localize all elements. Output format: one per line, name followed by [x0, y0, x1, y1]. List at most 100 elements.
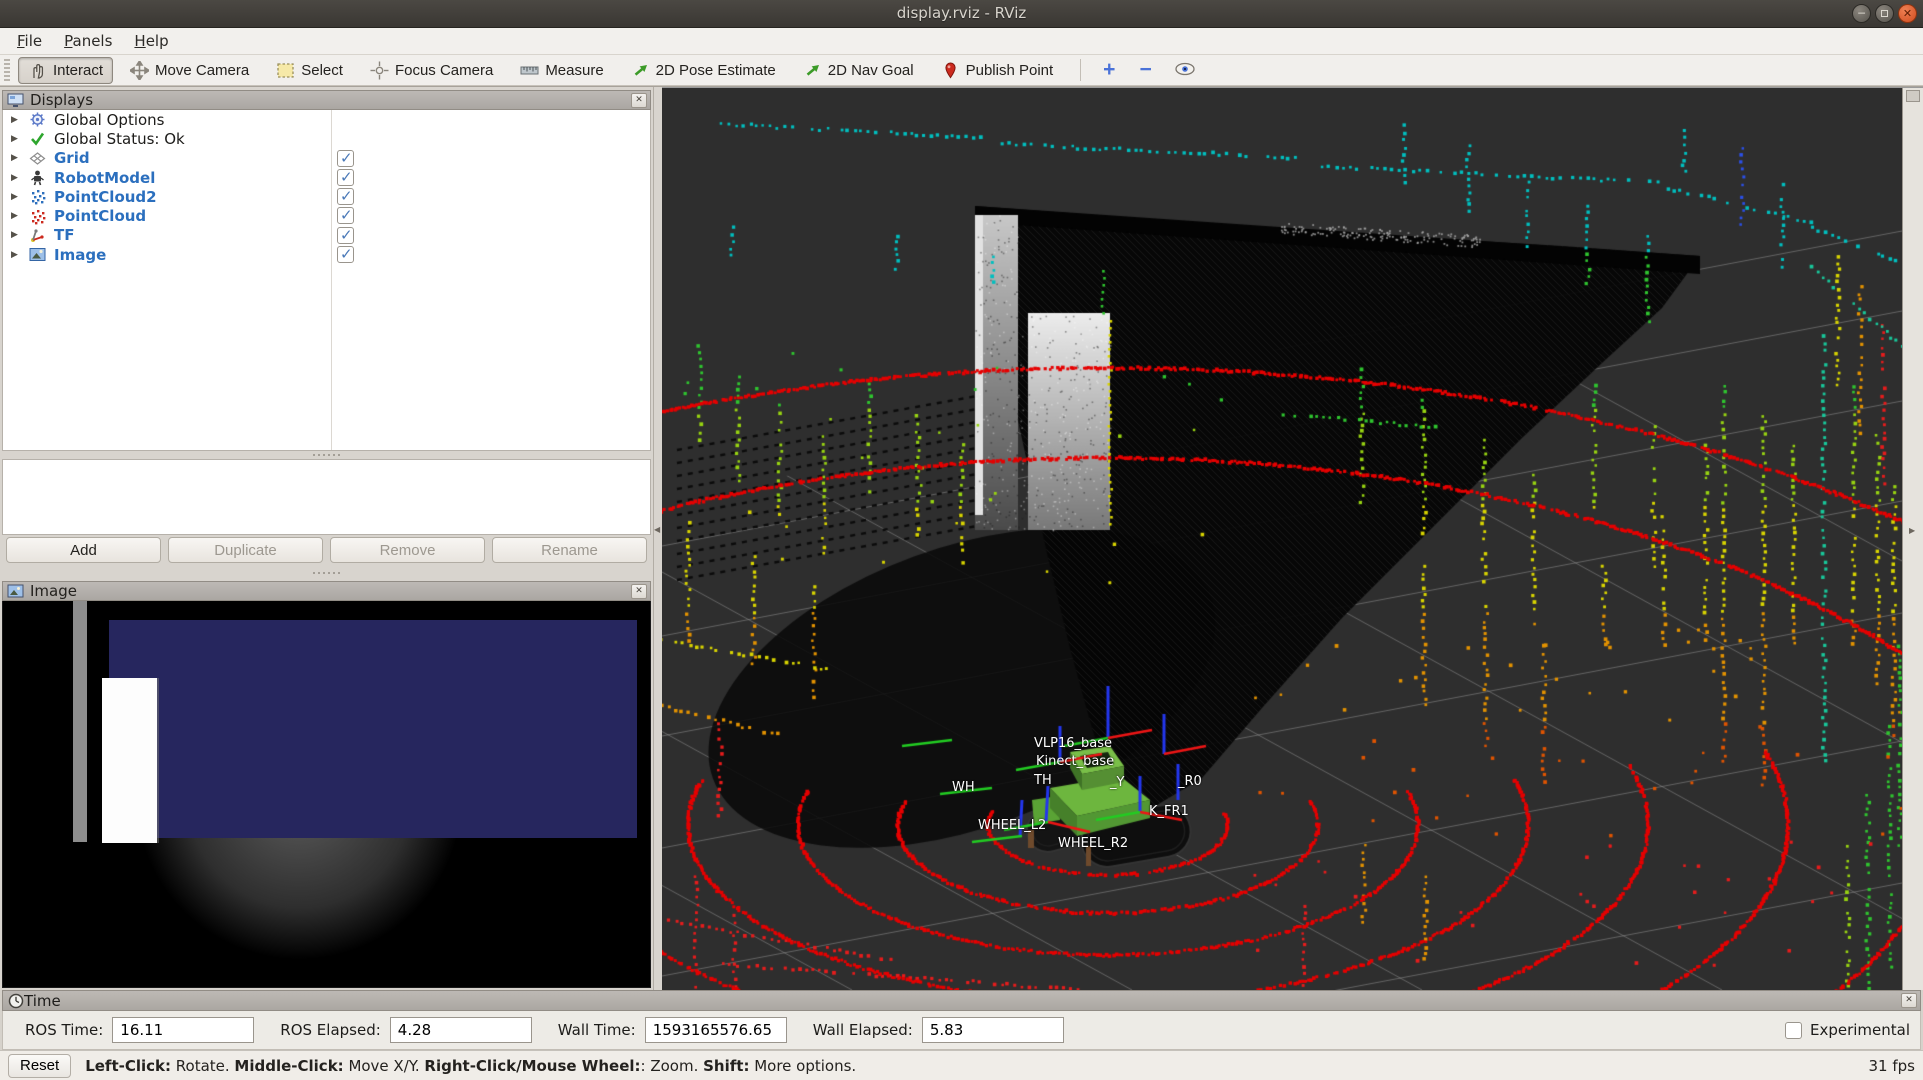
toolbar-grip[interactable] [4, 59, 10, 81]
tree-splitter[interactable] [2, 451, 651, 459]
tf-frame-label: WHEEL_L2 [978, 818, 1046, 833]
experimental-checkbox[interactable] [1785, 1022, 1802, 1039]
tree-row-robotmodel[interactable]: ▶ RobotModel [3, 168, 650, 187]
tool-focus-camera[interactable]: Focus Camera [360, 57, 503, 84]
wall-elapsed-label: Wall Elapsed: [813, 1021, 913, 1039]
display-name: Global Status: Ok [54, 130, 185, 148]
enabled-checkbox[interactable] [337, 246, 354, 263]
left-dock: Displays ✕ ▶ Global Options ▶ Global Sta… [0, 87, 654, 990]
minimize-button[interactable]: ─ [1852, 4, 1871, 23]
tool-interact[interactable]: Interact [18, 57, 113, 84]
displays-close-button[interactable]: ✕ [631, 93, 647, 108]
robot-icon [29, 169, 46, 186]
wall-elapsed-field[interactable] [922, 1017, 1064, 1043]
3d-viewport[interactable]: VLP16_baseKinect_baseTH_Y_R0K_FR1WHEEL_L… [662, 87, 1902, 990]
green-arrow-icon [631, 61, 650, 80]
menu-panels[interactable]: Panels [53, 29, 123, 53]
menu-file[interactable]: File [6, 29, 53, 53]
tf-icon [29, 227, 46, 244]
tree-row-global-status-ok[interactable]: ▶ Global Status: Ok [3, 129, 650, 148]
maximize-button[interactable] [1875, 4, 1894, 23]
image-panel-header: Image ✕ [2, 581, 651, 601]
expander-icon[interactable]: ▶ [11, 250, 23, 260]
displays-tree: ▶ Global Options ▶ Global Status: Ok ▶ G… [2, 110, 651, 451]
3d-scene-canvas[interactable] [662, 88, 1902, 990]
expander-icon[interactable]: ▶ [11, 115, 23, 125]
displays-button-row: Add Duplicate Remove Rename [2, 535, 651, 565]
ros-elapsed-field[interactable] [390, 1017, 532, 1043]
hand-icon [28, 61, 47, 80]
collapse-left-icon[interactable]: ◀ [654, 525, 660, 534]
focus-icon [370, 61, 389, 80]
eye-icon[interactable] [1164, 61, 1206, 80]
tree-row-pointcloud2[interactable]: ▶ PointCloud2 [3, 187, 650, 206]
duplicate-display-button[interactable]: Duplicate [168, 537, 323, 563]
expander-icon[interactable]: ▶ [11, 192, 23, 202]
display-name: Grid [54, 149, 90, 167]
ros-time-field[interactable] [112, 1017, 254, 1043]
enabled-checkbox[interactable] [337, 150, 354, 167]
ruler-icon [520, 61, 539, 80]
tree-row-image[interactable]: ▶ Image [3, 245, 650, 264]
green-arrow-icon [803, 61, 822, 80]
display-name: Global Options [54, 111, 165, 129]
tf-frame-label: TH [1034, 773, 1052, 788]
fps-counter: 31 fps [1869, 1057, 1915, 1075]
expander-icon[interactable]: ▶ [11, 134, 23, 144]
enabled-checkbox[interactable] [337, 207, 354, 224]
rviz-window: display.rviz - RViz ─ ✕ FilePanelsHelp I… [0, 0, 1923, 1080]
image-panel-icon [7, 584, 24, 599]
image-panel-title: Image [30, 582, 77, 600]
tree-row-tf[interactable]: ▶ TF [3, 226, 650, 245]
tool-2d-nav-goal[interactable]: 2D Nav Goal [793, 57, 924, 84]
image-close-button[interactable]: ✕ [631, 584, 647, 599]
displays-panel-title: Displays [30, 91, 93, 109]
time-panel-title: Time [24, 992, 61, 1010]
tool-move-camera[interactable]: Move Camera [120, 57, 259, 84]
tool-select[interactable]: Select [266, 57, 353, 84]
status-bar: Reset Left-Click: Rotate. Middle-Click: … [0, 1050, 1923, 1080]
collapse-right-icon[interactable]: ▶ [1909, 526, 1915, 535]
clock-icon [8, 993, 24, 1009]
wall-time-label: Wall Time: [558, 1021, 636, 1039]
tree-row-global-options[interactable]: ▶ Global Options [3, 110, 650, 129]
select-icon [276, 61, 295, 80]
expander-icon[interactable]: ▶ [11, 230, 23, 240]
dock-splitter-right[interactable]: ▶ [1902, 87, 1923, 990]
time-close-button[interactable]: ✕ [1901, 993, 1917, 1008]
enabled-checkbox[interactable] [337, 227, 354, 244]
remove-tool-button[interactable]: − [1127, 60, 1163, 80]
maximize-icon [1881, 10, 1888, 17]
expander-icon[interactable]: ▶ [11, 153, 23, 163]
menu-help[interactable]: Help [123, 29, 179, 53]
image-blue-region [109, 620, 637, 838]
toolbar-separator [1080, 59, 1081, 81]
toolbar: Interact Move Camera Select Focus Camera Mea… [0, 55, 1923, 86]
tf-frame-label: WHEEL_R2 [1058, 836, 1128, 851]
close-button[interactable]: ✕ [1898, 4, 1917, 23]
image-gray-bar [73, 601, 87, 842]
dock-mini-button[interactable] [1906, 90, 1920, 102]
tool-measure[interactable]: Measure [510, 57, 613, 84]
image-white-box [102, 678, 157, 843]
tool-2d-pose-estimate[interactable]: 2D Pose Estimate [621, 57, 786, 84]
mouse-help-text: Left-Click: Rotate. Middle-Click: Move X… [85, 1057, 856, 1075]
tf-frame-label: VLP16_base [1034, 736, 1112, 751]
tree-row-grid[interactable]: ▶ Grid [3, 149, 650, 168]
rename-display-button[interactable]: Rename [492, 537, 647, 563]
pc-blue-icon [29, 188, 46, 205]
panel-splitter-handle[interactable] [2, 565, 651, 581]
expander-icon[interactable]: ▶ [11, 211, 23, 221]
enabled-checkbox[interactable] [337, 188, 354, 205]
remove-display-button[interactable]: Remove [330, 537, 485, 563]
wall-time-field[interactable] [645, 1017, 787, 1043]
tf-frame-label: K_FR1 [1149, 804, 1189, 819]
tree-row-pointcloud[interactable]: ▶ PointCloud [3, 206, 650, 225]
tool-publish-point[interactable]: Publish Point [931, 57, 1064, 84]
add-display-button[interactable]: Add [6, 537, 161, 563]
dock-splitter-left[interactable]: ◀ [654, 87, 662, 990]
expander-icon[interactable]: ▶ [11, 173, 23, 183]
reset-button[interactable]: Reset [8, 1054, 71, 1078]
enabled-checkbox[interactable] [337, 169, 354, 186]
add-tool-button[interactable]: + [1091, 60, 1127, 80]
